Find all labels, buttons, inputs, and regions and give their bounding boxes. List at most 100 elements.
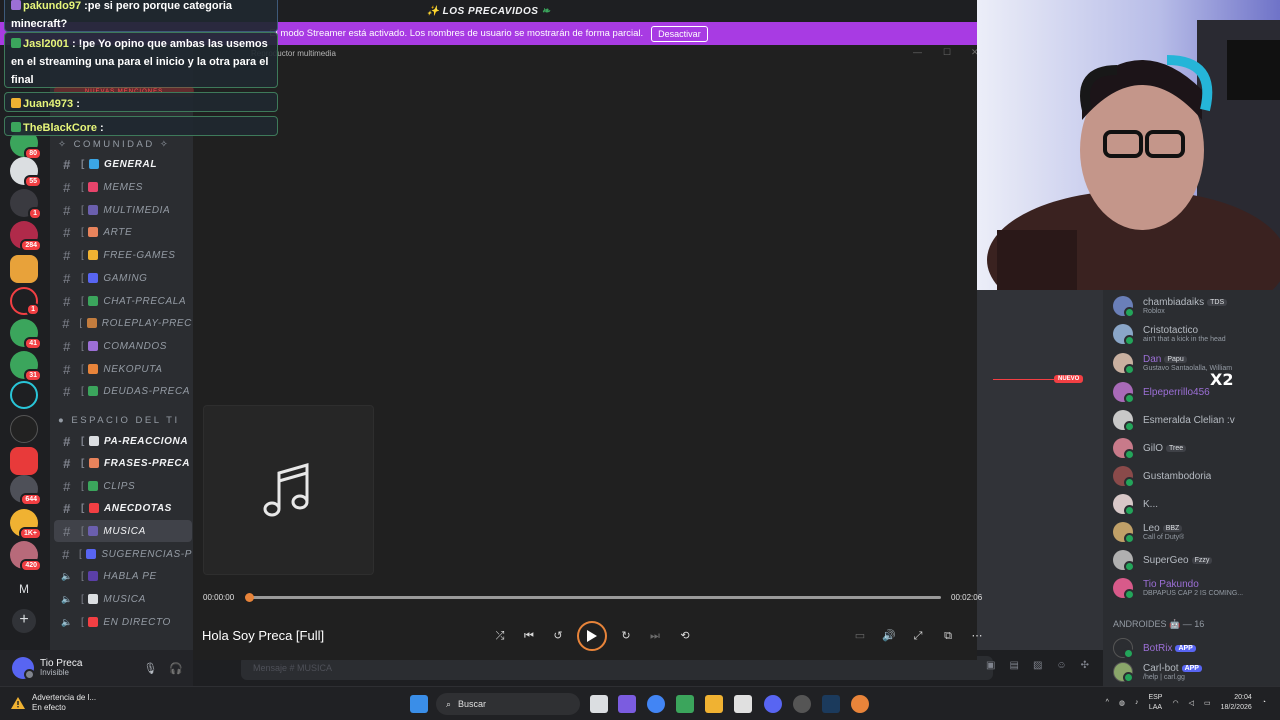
server-icon[interactable]: 1 [10, 287, 40, 316]
network-icon[interactable]: ◍ [1119, 699, 1125, 707]
bot-member-item[interactable]: Carl-bot APP/help | carl.gg [1113, 659, 1280, 685]
chrome-icon[interactable] [647, 695, 665, 713]
taskbar-search[interactable]: ⌕ Buscar [436, 693, 580, 715]
channel-item[interactable]: # [COMANDOS [54, 335, 192, 357]
server-icon[interactable]: 31 [10, 351, 42, 382]
category-espacio[interactable]: ● ESPACIO DEL TI [58, 415, 180, 426]
file-explorer-icon[interactable] [705, 695, 723, 713]
apps-icon[interactable]: ✣ [1081, 660, 1089, 671]
volume-icon[interactable]: 🔊 [878, 627, 900, 645]
seek-bar[interactable] [245, 593, 941, 602]
obs-icon[interactable] [793, 695, 811, 713]
server-icon[interactable]: 1 [10, 189, 42, 220]
server-icon[interactable] [10, 381, 38, 409]
wifi-icon[interactable]: ◠ [1172, 699, 1178, 707]
forward-30-icon[interactable]: ↻ [615, 627, 637, 645]
mic-tray-icon[interactable]: ♪ [1135, 699, 1139, 706]
rewind-10-icon[interactable]: ↺ [547, 627, 569, 645]
bot-member-item[interactable]: BotRix APP [1113, 635, 1280, 661]
volume-tray-icon[interactable]: ◁ [1189, 699, 1194, 707]
mini-player-icon[interactable]: ⧉ [937, 627, 959, 645]
seek-thumb[interactable] [245, 593, 254, 602]
copilot-icon[interactable] [618, 695, 636, 713]
media-player-icon[interactable] [851, 695, 869, 713]
emoji-icon[interactable]: ☺ [1056, 660, 1066, 671]
channel-item[interactable]: # [ROLEPLAY-PREC [54, 312, 192, 334]
task-view-icon[interactable] [590, 695, 608, 713]
channel-item[interactable]: # [FRASES-PRECA [54, 452, 192, 474]
server-icon-m[interactable]: M [12, 577, 36, 601]
chevron-up-icon[interactable]: ^ [1106, 699, 1109, 706]
next-icon[interactable]: ⏭ [644, 627, 666, 645]
server-icon[interactable] [10, 255, 38, 283]
language-indicator[interactable]: ESP LAA [1148, 693, 1162, 713]
channel-item[interactable]: # [CHAT-PRECALA [54, 290, 192, 312]
server-icon[interactable]: 420 [10, 541, 42, 572]
member-item[interactable]: GilO Tree [1113, 435, 1280, 461]
battery-icon[interactable]: ▭ [1204, 699, 1211, 707]
clock[interactable]: 20:04 18/2/2026 [1221, 693, 1252, 713]
windows-start-icon[interactable] [410, 695, 428, 713]
member-item[interactable]: SuperGeo Fzzy [1113, 547, 1280, 573]
channel-item[interactable]: # [PA-REACCIONA [54, 430, 192, 452]
previous-icon[interactable]: ⏮ [518, 627, 540, 645]
member-item[interactable]: Esmeralda Clelian :v [1113, 407, 1280, 433]
gif-icon[interactable]: ▤ [1009, 660, 1018, 671]
server-icon[interactable]: 41 [10, 319, 42, 350]
minecraft-icon[interactable] [676, 695, 694, 713]
member-item[interactable]: K... [1113, 491, 1280, 517]
fullscreen-icon[interactable]: ⤢ [907, 627, 929, 645]
channel-item[interactable]: # [SUGERENCIAS-P [54, 543, 192, 565]
disable-streamer-mode-button[interactable]: Desactivar [651, 25, 708, 42]
play-button[interactable] [577, 621, 607, 651]
discord-icon[interactable] [764, 695, 782, 713]
server-icon[interactable] [10, 415, 38, 443]
weather-warning-widget[interactable]: Advertencia de l... En efecto [10, 693, 96, 713]
headphones-icon[interactable]: 🎧 [169, 662, 183, 675]
member-item[interactable]: Gustambodoria [1113, 463, 1280, 489]
server-icon[interactable]: 644 [10, 475, 42, 506]
channel-item[interactable]: # [ARTE [54, 221, 192, 243]
server-icon[interactable]: 55 [10, 157, 42, 188]
add-server-icon[interactable]: + [12, 609, 36, 633]
plant-icon: ❧ [538, 5, 551, 17]
category-comunidad[interactable]: ✧ COMUNIDAD ✧ [58, 139, 170, 150]
notifications-icon[interactable]: ◔ [1262, 699, 1266, 706]
user-avatar[interactable] [12, 657, 35, 680]
repeat-icon[interactable]: ⟲ [674, 627, 696, 645]
more-options-icon[interactable]: ⋯ [966, 627, 988, 645]
caption-icon[interactable]: ▭ [849, 627, 871, 645]
member-item[interactable]: chambiadaiks TDS Roblox [1113, 293, 1280, 319]
minimize-icon[interactable]: — [913, 47, 922, 57]
channel-item[interactable]: # [MUSICA [54, 520, 192, 542]
member-item[interactable]: Elpeperrillo456 [1113, 379, 1280, 405]
channel-item[interactable]: # [GAMING [54, 267, 192, 289]
steam-icon[interactable] [822, 695, 840, 713]
member-item[interactable]: Dan Papu Gustavo Santaolalla, William [1113, 350, 1280, 376]
maximize-icon[interactable]: ☐ [943, 47, 951, 58]
server-icon[interactable] [10, 447, 38, 475]
channel-item[interactable]: # [CLIPS [54, 475, 192, 497]
gift-icon[interactable]: ▣ [986, 660, 995, 671]
member-item[interactable]: Cristotactico ain't that a kick in the he… [1113, 321, 1280, 347]
channel-item[interactable]: # [MULTIMEDIA [54, 199, 192, 221]
member-item[interactable]: Tio Pakundo DBPAPUS CAP 2 IS COMING... [1113, 575, 1280, 601]
server-icon[interactable]: 284 [10, 221, 42, 252]
channel-item[interactable]: # [FREE-GAMES [54, 244, 192, 266]
sparkle-icon: ✨ [426, 5, 443, 17]
channel-item[interactable]: # [GENERAL [54, 153, 192, 175]
channel-item[interactable]: # [NEKOPUTA [54, 358, 192, 380]
member-item[interactable]: Leo BBZ Call of Duty® [1113, 519, 1280, 545]
store-icon[interactable] [734, 695, 752, 713]
channel-item[interactable]: # [ANECDOTAS [54, 497, 192, 519]
microphone-icon[interactable]: 🎙 [143, 662, 157, 675]
channel-item[interactable]: 🔈 [MUSICA [54, 588, 192, 610]
channel-emoji-icon [88, 386, 99, 396]
sticker-icon[interactable]: ▨ [1033, 660, 1042, 671]
channel-item[interactable]: # [MEMES [54, 176, 192, 198]
shuffle-icon[interactable]: ⤮ [489, 627, 511, 645]
channel-item[interactable]: 🔈 [HABLA PE [54, 565, 192, 587]
channel-item[interactable]: 🔈 [EN DIRECTO [54, 611, 192, 633]
server-icon[interactable]: 1K+ [10, 509, 42, 540]
channel-item[interactable]: # [DEUDAS-PRECA [54, 380, 192, 402]
